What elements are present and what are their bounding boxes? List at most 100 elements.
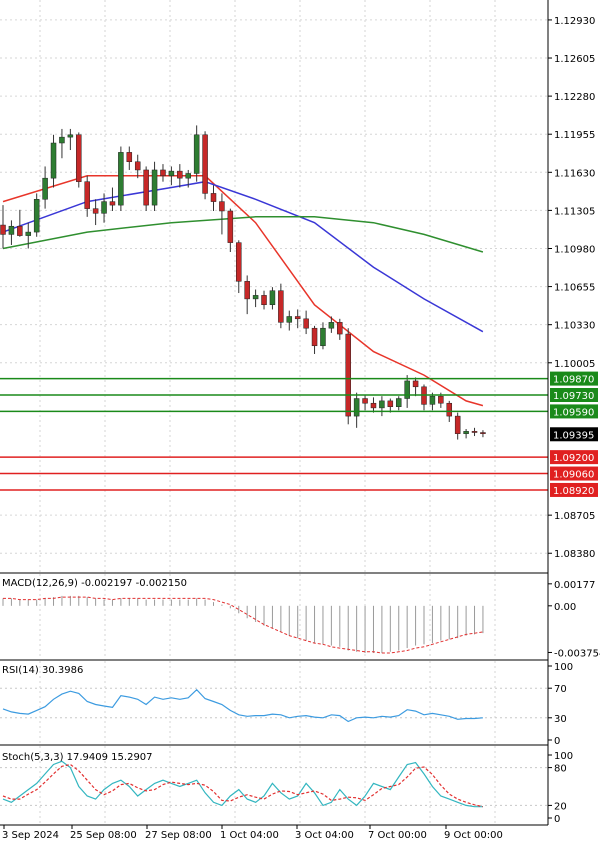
candle-body: [480, 432, 486, 434]
candle-body: [42, 177, 48, 200]
level-label: 1.09730: [553, 391, 594, 402]
price-axis: 1.12930 1.12605 1.12280 1.11955 1.11630 1.113…: [548, 16, 598, 560]
y-tick-label: 20: [554, 801, 567, 812]
y-tick-label: -0.003754: [554, 648, 600, 659]
moving-average-line: [2, 180, 484, 333]
moving-average-line: [2, 216, 484, 253]
candle-body: [370, 402, 377, 409]
y-tick-label: 1.11955: [554, 130, 595, 141]
rsi-marks: [2, 688, 483, 723]
x-tick-label: 3 Oct 04:00: [295, 830, 354, 841]
candle-body: [160, 169, 166, 177]
y-tick-label: 1.10330: [554, 321, 595, 332]
x-tick-label: 1 Oct 04:00: [220, 830, 279, 841]
candle-body: [202, 134, 208, 194]
candle-body: [210, 193, 217, 202]
candle-body: [303, 318, 309, 329]
y-tick-label: 1.12605: [554, 54, 595, 65]
candle-body: [353, 398, 360, 417]
candle-body: [454, 415, 461, 434]
x-tick-label: 7 Oct 00:00: [368, 830, 427, 841]
candle-body: [118, 152, 124, 206]
candle-body: [311, 327, 318, 347]
candle-body: [193, 134, 200, 174]
candle-body: [151, 169, 158, 206]
candle-body: [244, 281, 250, 300]
candle-body: [337, 322, 343, 335]
candle-body: [412, 380, 419, 388]
candle-body: [278, 290, 284, 323]
candle-body: [177, 170, 183, 179]
candle-body: [446, 402, 453, 417]
candle-body: [227, 210, 234, 243]
price-marks: [0, 125, 548, 491]
candle-body: [109, 201, 116, 206]
candle-body: [84, 181, 90, 209]
level-label: 1.09200: [553, 453, 594, 464]
candle-body: [126, 152, 133, 163]
macd-marks: [2, 595, 484, 654]
y-tick-label: 0.00177: [554, 580, 595, 591]
x-tick-label: 3 Sep 2024: [2, 830, 59, 841]
candle-body: [59, 136, 65, 144]
y-tick-label: 1.11630: [554, 168, 595, 179]
y-tick-label: 1.12280: [554, 92, 595, 103]
x-tick-label: 27 Sep 08:00: [145, 830, 212, 841]
candle-body: [286, 316, 293, 323]
candle-body: [134, 161, 141, 171]
y-tick-label: 100: [554, 662, 573, 673]
x-tick-label: 25 Sep 08:00: [70, 830, 137, 841]
candle-body: [25, 231, 32, 236]
candle-body: [328, 322, 335, 329]
candle-body: [387, 400, 394, 407]
candle-body: [294, 316, 301, 320]
candle-body: [269, 290, 276, 306]
y-tick-label: 80: [554, 764, 567, 775]
candle-body: [345, 333, 351, 417]
candle-body: [185, 173, 191, 179]
rsi-line: [2, 688, 483, 723]
macd-signal-line: [3, 596, 483, 654]
stoch-axis: 100 80 20 0: [548, 751, 573, 825]
candle-body: [471, 431, 478, 433]
candle-body: [0, 224, 6, 235]
y-tick-label: 0: [554, 814, 560, 825]
y-tick-label: 1.08705: [554, 511, 595, 522]
rsi-axis: 100 70 30 0: [548, 662, 573, 747]
candle-body: [76, 134, 82, 182]
stoch-marks: [2, 760, 484, 808]
x-tick-label: 9 Oct 00:00: [444, 830, 503, 841]
y-tick-label: 0: [554, 736, 560, 747]
candle-body: [168, 170, 175, 177]
candle-body: [362, 398, 368, 404]
y-tick-label: 0.00: [554, 602, 576, 613]
candle-body: [395, 398, 402, 407]
y-tick-label: 1.10005: [554, 359, 595, 370]
macd-axis: 0.00177 0.00 -0.003754: [548, 580, 600, 659]
rsi-title: RSI(14) 30.3986: [2, 665, 83, 676]
candle-body: [438, 395, 444, 404]
current-price-label: 1.09395: [553, 430, 594, 441]
candle-body: [8, 225, 15, 235]
candle-body: [143, 169, 149, 206]
y-tick-label: 70: [554, 684, 567, 695]
candle-body: [261, 295, 267, 306]
level-label: 1.09870: [553, 375, 594, 386]
candle-body: [404, 380, 410, 399]
candle-body: [67, 134, 74, 138]
trading-chart-window: 1.12930 1.12605 1.12280 1.11955 1.11630 1.113…: [0, 0, 600, 843]
candle-body: [33, 199, 40, 233]
candle-body: [252, 295, 259, 300]
level-label: 1.09590: [553, 407, 594, 418]
candle-body: [50, 142, 57, 179]
y-tick-label: 30: [554, 714, 567, 725]
candle-body: [92, 208, 99, 214]
candle-body: [320, 327, 326, 347]
candle-body: [101, 201, 107, 214]
y-tick-label: 1.10655: [554, 283, 595, 294]
y-tick-label: 1.12930: [554, 16, 595, 27]
stoch-signal-line: [2, 763, 484, 808]
candle-body: [379, 400, 385, 409]
y-tick-label: 1.11305: [554, 206, 595, 217]
candle-body: [219, 201, 225, 212]
